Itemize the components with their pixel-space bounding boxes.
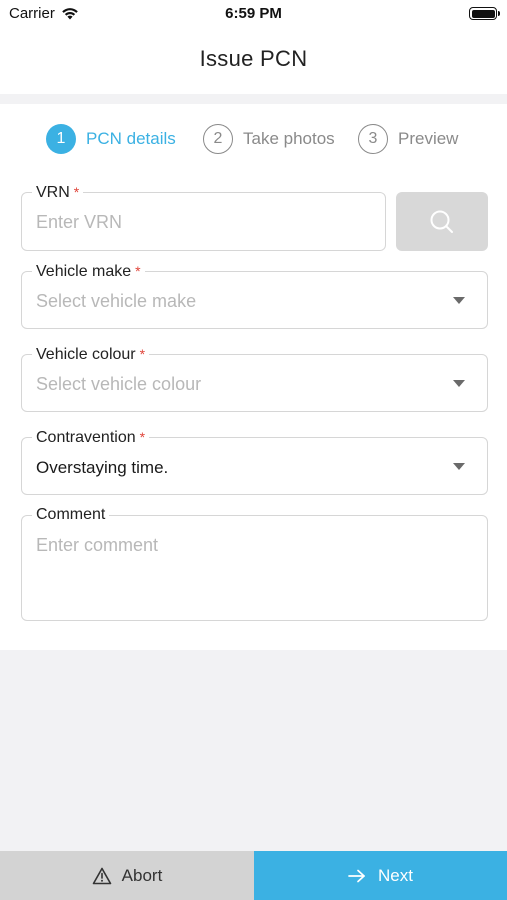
status-bar: Carrier 6:59 PM xyxy=(0,0,507,28)
page-title: Issue PCN xyxy=(199,46,308,71)
search-icon xyxy=(430,210,453,233)
contravention-label-text: Contravention xyxy=(36,429,136,446)
chevron-down-icon xyxy=(453,463,465,470)
status-time: 6:59 PM xyxy=(225,5,282,22)
chevron-down-icon xyxy=(453,380,465,387)
section-divider xyxy=(0,94,507,104)
search-button[interactable] xyxy=(396,192,488,251)
step-pcn-details[interactable]: 1 PCN details xyxy=(46,122,176,156)
step-number-badge: 1 xyxy=(46,124,76,154)
vrn-field[interactable]: VRN * Enter VRN xyxy=(21,182,386,251)
next-label: Next xyxy=(378,865,413,885)
vrn-input[interactable]: Enter VRN xyxy=(36,211,122,233)
vehicle-make-select[interactable]: Vehicle make * Select vehicle make xyxy=(21,261,488,329)
step-label: Preview xyxy=(398,129,459,148)
step-preview[interactable]: 3 Preview xyxy=(358,122,458,156)
vrn-label: VRN * xyxy=(32,182,84,203)
step-label: Take photos xyxy=(243,129,335,148)
vehicle-make-label: Vehicle make * xyxy=(32,261,145,282)
step-label: PCN details xyxy=(86,129,176,148)
abort-label: Abort xyxy=(121,865,163,885)
chevron-down-icon xyxy=(453,297,465,304)
contravention-label: Contravention * xyxy=(32,427,150,448)
comment-textarea[interactable]: Enter comment xyxy=(36,534,158,556)
arrow-right-icon xyxy=(348,869,365,882)
step-number-badge: 2 xyxy=(203,124,233,154)
contravention-select[interactable]: Contravention * Overstaying time. xyxy=(21,427,488,495)
progress-stepper: 1 PCN details 2 Take photos 3 Preview xyxy=(0,122,507,156)
form-panel: 1 PCN details 2 Take photos 3 Preview VR… xyxy=(0,104,507,650)
warning-icon xyxy=(92,867,111,884)
comment-field[interactable]: Comment Enter comment xyxy=(21,505,488,621)
step-number-badge: 3 xyxy=(358,124,388,154)
comment-label: Comment xyxy=(32,505,110,525)
battery-icon xyxy=(469,7,500,20)
required-marker: * xyxy=(135,263,141,279)
comment-label-text: Comment xyxy=(36,506,106,523)
vrn-label-text: VRN xyxy=(36,184,70,201)
required-marker: * xyxy=(139,346,146,362)
required-marker: * xyxy=(139,429,146,445)
vehicle-make-label-text: Vehicle make xyxy=(36,263,132,280)
abort-button[interactable]: Abort xyxy=(0,851,254,900)
next-button[interactable]: Next xyxy=(254,851,507,900)
vehicle-colour-value: Select vehicle colour xyxy=(36,374,202,394)
vehicle-colour-select[interactable]: Vehicle colour * Select vehicle colour xyxy=(21,344,488,412)
step-take-photos[interactable]: 2 Take photos xyxy=(203,122,335,156)
vehicle-make-value: Select vehicle make xyxy=(36,291,197,311)
vehicle-colour-label-text: Vehicle colour xyxy=(36,346,136,363)
contravention-value: Overstaying time. xyxy=(36,458,169,477)
required-marker: * xyxy=(73,184,80,200)
nav-header: Issue PCN xyxy=(0,28,507,94)
bottom-action-bar: Abort Next xyxy=(0,851,507,900)
vehicle-colour-label: Vehicle colour * xyxy=(32,344,150,365)
